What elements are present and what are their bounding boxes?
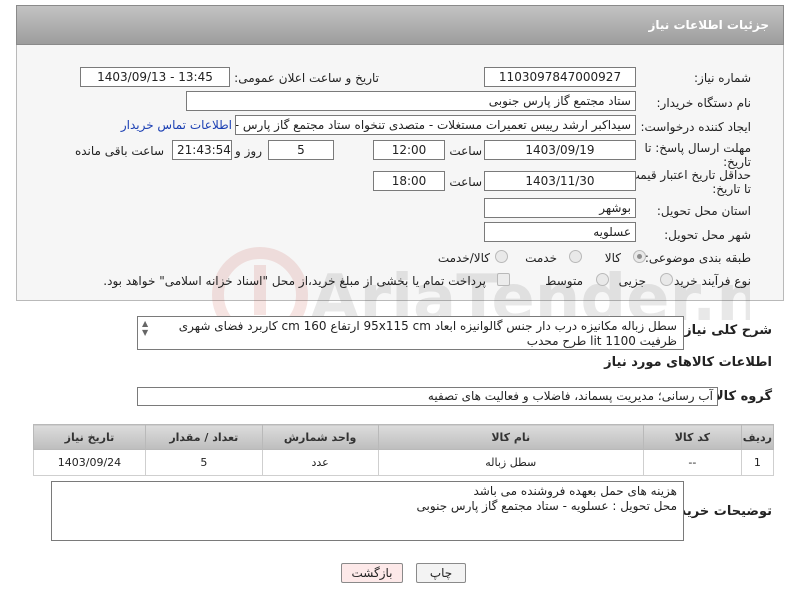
col-name-header: نام کالا	[377, 424, 644, 450]
announce-label: تاریخ و ساعت اعلان عمومی:	[234, 71, 379, 85]
need-number-field: 1103097847000927	[484, 67, 636, 87]
col-unit-header: واحد شمارش	[261, 424, 379, 450]
creator-label: ایجاد کننده درخواست:	[640, 120, 751, 134]
deadline-time-label: ساعت	[449, 144, 482, 158]
category-service-radio[interactable]	[569, 250, 582, 263]
col-qty-header: تعداد / مقدار	[144, 424, 263, 450]
announce-datetime-field: 1403/09/13 - 13:45	[80, 67, 230, 87]
buyer-org-label: نام دستگاه خریدار:	[656, 96, 752, 110]
city-field: عسلویه	[484, 222, 636, 242]
print-button[interactable]: چاپ	[416, 563, 466, 583]
remaining-time-field: 21:43:54	[172, 140, 232, 160]
category-goods-radio[interactable]	[633, 250, 646, 263]
treasury-payment-note: پرداخت تمام یا بخشی از مبلغ خرید،از محل …	[103, 274, 486, 288]
category-both-radio[interactable]	[495, 250, 508, 263]
back-button[interactable]: بازگشت	[341, 563, 403, 583]
process-medium-label: متوسط	[545, 274, 583, 288]
col-date-header: تاریخ نیاز	[33, 424, 146, 450]
treasury-payment-checkbox[interactable]	[497, 273, 510, 286]
deadline-label: مهلت ارسال پاسخ: تا تاریخ:	[644, 141, 751, 169]
city-label: شهر محل تحویل:	[664, 228, 751, 242]
goods-group-label: گروه کالا:	[708, 389, 772, 404]
col-code-header: کد کالا	[642, 424, 742, 450]
validity-time-field: 18:00	[373, 171, 445, 191]
cell-qty: 5	[144, 449, 263, 476]
category-label: طبقه بندی موضوعی:	[644, 251, 751, 265]
category-goods-label: کالا	[604, 251, 621, 265]
validity-time-label: ساعت	[449, 175, 482, 189]
process-minor-label: جزیی	[618, 274, 646, 288]
days-label: روز و	[235, 144, 262, 158]
deadline-time-field: 12:00	[373, 140, 445, 160]
buyer-contact-link[interactable]: اطلاعات تماس خریدار	[121, 118, 232, 132]
category-both-label: کالا/خدمت	[437, 251, 490, 265]
category-service-label: خدمت	[525, 251, 557, 265]
scroll-arrows-icon[interactable]: ▲ ▼	[142, 319, 148, 337]
province-field: بوشهر	[484, 198, 636, 218]
days-field: 5	[268, 140, 334, 160]
cell-row: 1	[740, 449, 775, 476]
description-label: شرح کلی نیاز:	[678, 323, 772, 338]
process-label: نوع فرآیند خرید :	[666, 274, 751, 288]
description-text: سطل زباله مکانیزه درب دار جنس گالوانیزه …	[178, 319, 677, 348]
cell-code: --	[642, 449, 742, 476]
remaining-label: ساعت باقی مانده	[74, 144, 164, 158]
cell-name: سطل زباله	[377, 449, 644, 476]
cell-unit: عدد	[261, 449, 379, 476]
cell-date: 1403/09/24	[33, 449, 146, 476]
buyer-notes-line-1: هزینه های حمل بعهده فروشنده می باشد	[473, 484, 678, 498]
table-row: 1 -- سطل زباله عدد 5 1403/09/24	[33, 449, 775, 476]
buyer-notes-line-2: محل تحویل : عسلویه - ستاد مجتمع گاز پارس…	[416, 499, 677, 513]
validity-date-field: 1403/11/30	[484, 171, 636, 191]
col-row-header: ردیف	[740, 424, 775, 450]
description-textarea[interactable]: سطل زباله مکانیزه درب دار جنس گالوانیزه …	[137, 316, 684, 350]
creator-field: سیداکبر ارشد رییس تعمیرات مستغلات - متصد…	[235, 115, 636, 135]
goods-section-title: اطلاعات کالاهای مورد نیاز	[604, 355, 772, 370]
process-minor-radio[interactable]	[660, 273, 673, 286]
panel-header: جزئیات اطلاعات نیاز	[16, 5, 784, 45]
page-title: جزئیات اطلاعات نیاز	[648, 18, 769, 32]
goods-table: ردیف کد کالا نام کالا واحد شمارش تعداد /…	[33, 424, 775, 476]
deadline-date-field: 1403/09/19	[484, 140, 636, 160]
goods-group-field: آب رسانی؛ مدیریت پسماند، فاضلاب و فعالیت…	[137, 387, 718, 406]
province-label: استان محل تحویل:	[656, 204, 751, 218]
process-medium-radio[interactable]	[596, 273, 609, 286]
buyer-notes-textarea[interactable]: هزینه های حمل بعهده فروشنده می باشد محل …	[51, 481, 684, 541]
buyer-org-field: ستاد مجتمع گاز پارس جنوبی	[186, 91, 636, 111]
validity-label: حداقل تاریخ اعتبار قیمت: تا تاریخ:	[624, 168, 751, 196]
need-number-label: شماره نیاز:	[694, 71, 751, 85]
